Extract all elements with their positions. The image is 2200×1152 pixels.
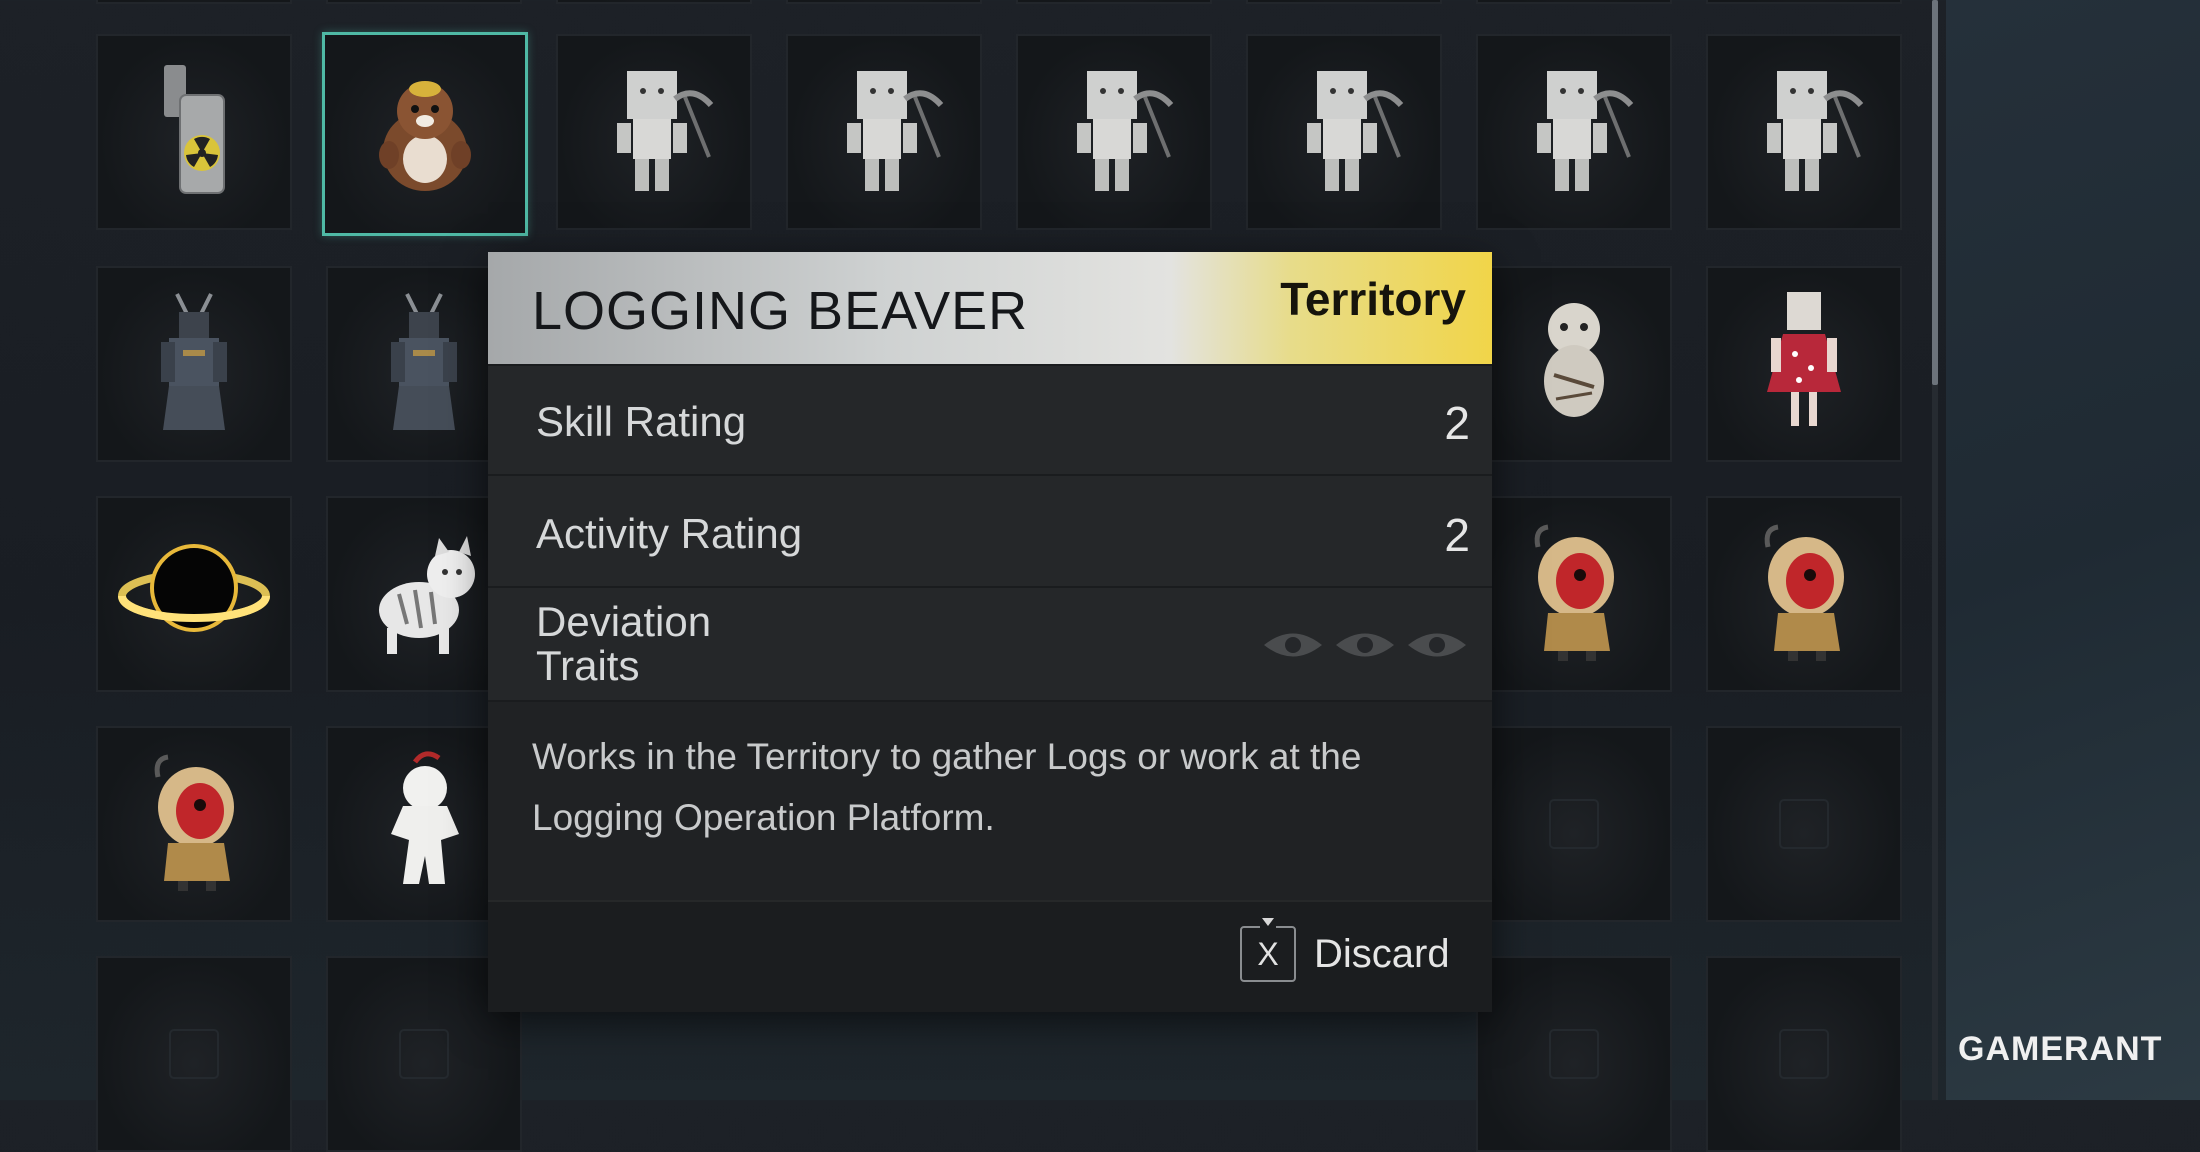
red-mask-hooded-figure-icon	[1764, 524, 1844, 661]
slot-red-mask-figure-3[interactable]	[96, 726, 292, 922]
empty-slot-icon	[169, 1029, 219, 1079]
slot-pickaxe-robot-5[interactable]	[1476, 34, 1672, 230]
pickaxe-robot-icon	[1077, 71, 1174, 191]
slot-partial-top-2[interactable]	[326, 0, 522, 4]
pickaxe-robot-icon	[1537, 71, 1634, 191]
slot-empty-r5c7[interactable]	[1476, 956, 1672, 1152]
slot-partial-top-8[interactable]	[1706, 0, 1902, 4]
slot-lighter[interactable]	[96, 34, 292, 230]
lighter-icon	[164, 65, 225, 194]
slot-pickaxe-robot-1[interactable]	[556, 34, 752, 230]
pickaxe-robot-icon	[847, 71, 944, 191]
slot-empty-r5c1[interactable]	[96, 956, 292, 1152]
slot-partial-top-5[interactable]	[1016, 0, 1212, 4]
beaver-plush-icon	[379, 81, 471, 191]
voodoo-doll-icon	[1544, 303, 1604, 417]
right-panel	[1946, 0, 2200, 1100]
tooltip-header: LOGGING BEAVER Territory	[488, 252, 1492, 364]
stat-row-deviation-traits: Deviation Traits	[488, 586, 1492, 702]
slot-pickaxe-robot-6[interactable]	[1706, 34, 1902, 230]
red-mask-hooded-figure-icon	[1534, 524, 1614, 661]
slot-voodoo-doll[interactable]	[1476, 266, 1672, 462]
slot-partial-top-3[interactable]	[556, 0, 752, 4]
pickaxe-robot-icon	[1307, 71, 1404, 191]
slot-partial-top-4[interactable]	[786, 0, 982, 4]
tooltip-footer: X Discard	[488, 900, 1492, 1012]
stat-label: Activity Rating	[536, 510, 803, 557]
slot-partial-top-1[interactable]	[96, 0, 292, 4]
traits-icons	[1252, 628, 1468, 667]
stat-row-skill: Skill Rating 2	[488, 364, 1492, 476]
watermark-part-2: RANT	[2064, 1030, 2163, 1068]
gamerant-watermark: GAMERANT	[1958, 1030, 2162, 1069]
pickaxe-robot-icon	[1767, 71, 1864, 191]
slot-red-mask-figure-2[interactable]	[1706, 496, 1902, 692]
samurai-armor-icon	[391, 293, 457, 430]
samurai-armor-icon	[161, 293, 227, 430]
slot-pickaxe-robot-4[interactable]	[1246, 34, 1442, 230]
paper-bag-girl-icon	[1767, 292, 1841, 426]
striped-cat-icon	[379, 536, 475, 654]
empty-slot-icon	[1549, 1029, 1599, 1079]
empty-slot-icon	[399, 1029, 449, 1079]
slot-beaver-plush-selected[interactable]	[322, 32, 528, 236]
traits-label-line-2: Traits	[536, 642, 640, 689]
slot-empty-r4c7[interactable]	[1476, 726, 1672, 922]
slot-black-hole-ring[interactable]	[96, 496, 292, 692]
stat-label: Skill Rating	[536, 398, 747, 445]
red-mask-hooded-figure-icon	[154, 754, 234, 891]
scrollbar-thumb[interactable]	[1932, 0, 1938, 385]
stat-row-activity: Activity Rating 2	[488, 474, 1492, 588]
item-description-box: Works in the Territory to gather Logs or…	[488, 700, 1492, 902]
x-key-icon[interactable]: X	[1240, 926, 1296, 982]
slot-paper-bag-girl[interactable]	[1706, 266, 1902, 462]
traits-label-line-1: Deviation	[536, 598, 712, 645]
slot-partial-top-7[interactable]	[1476, 0, 1672, 4]
item-category-tag: Territory	[1280, 273, 1466, 325]
slot-empty-r4c8[interactable]	[1706, 726, 1902, 922]
black-hole-ring-icon	[118, 544, 270, 632]
eye-icon	[1264, 633, 1322, 657]
key-hint-arrow-icon	[1262, 918, 1274, 926]
item-tooltip: LOGGING BEAVER Territory Skill Rating 2 …	[488, 252, 1492, 1012]
traits-label: Deviation Traits	[536, 600, 711, 688]
watermark-part-1: GAME	[1958, 1030, 2064, 1068]
slot-red-mask-figure-1[interactable]	[1476, 496, 1672, 692]
discard-button[interactable]: Discard	[1314, 932, 1450, 977]
stat-value: 2	[1444, 397, 1470, 449]
stat-value: 2	[1444, 509, 1470, 561]
item-name: LOGGING BEAVER	[532, 281, 1029, 341]
empty-slot-icon	[1779, 1029, 1829, 1079]
empty-slot-icon	[1549, 799, 1599, 849]
slot-empty-r5c8[interactable]	[1706, 956, 1902, 1152]
eye-icon	[1408, 633, 1466, 657]
white-paper-doll-icon	[391, 751, 459, 884]
pickaxe-robot-icon	[617, 71, 714, 191]
eye-icon	[1336, 633, 1394, 657]
slot-partial-top-6[interactable]	[1246, 0, 1442, 4]
item-description: Works in the Territory to gather Logs or…	[532, 736, 1362, 838]
slot-pickaxe-robot-3[interactable]	[1016, 34, 1212, 230]
slot-samurai-armor-1[interactable]	[96, 266, 292, 462]
slot-pickaxe-robot-2[interactable]	[786, 34, 982, 230]
empty-slot-icon	[1779, 799, 1829, 849]
